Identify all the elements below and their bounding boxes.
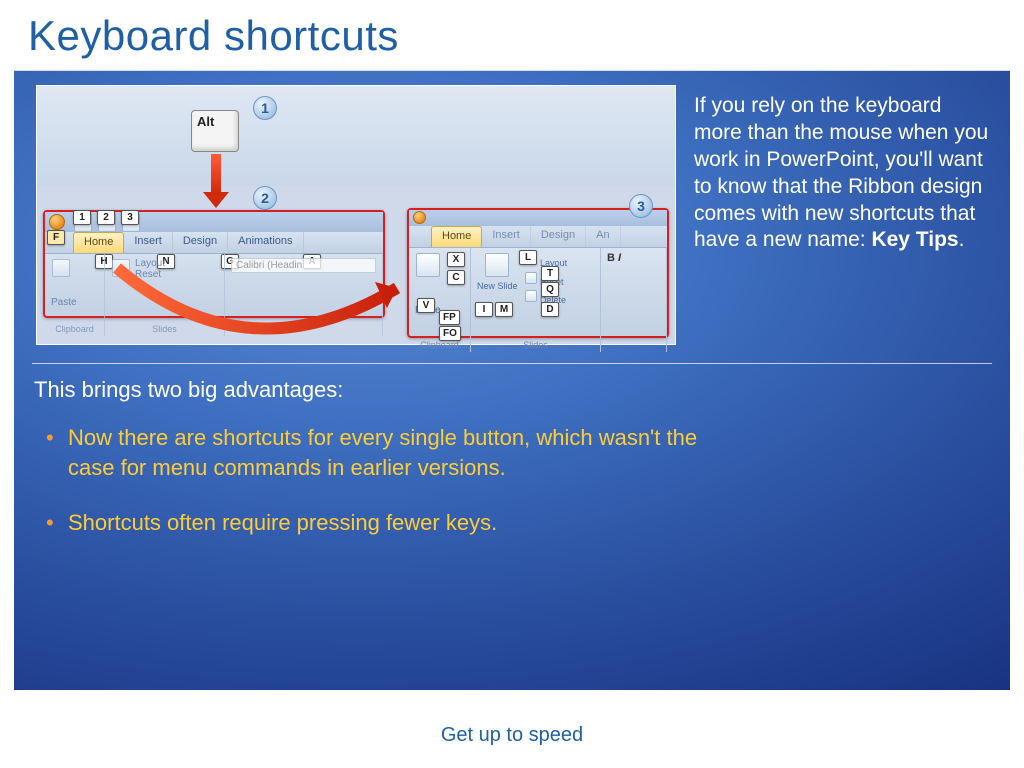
- arrow-down-icon: [211, 154, 221, 194]
- keytip-office: F: [47, 230, 65, 245]
- ribbon-tabs-left: Home Insert Design Animations: [45, 232, 383, 254]
- keytip-x: X: [447, 252, 465, 267]
- subheading: This brings two big advantages:: [34, 377, 343, 403]
- divider: [32, 363, 992, 364]
- tab-design-r: Design: [531, 226, 586, 247]
- keytip-q: Q: [541, 282, 559, 297]
- keytip-t: T: [541, 266, 559, 281]
- reset-label: Reset: [135, 269, 165, 280]
- slide-body: Alt 1 2 F 1 2 3 Home In: [14, 70, 1010, 690]
- keytip-fo: FO: [439, 326, 461, 341]
- tab-home: Home: [73, 232, 124, 253]
- tab-design: Design: [173, 232, 228, 253]
- callout-3: 3: [629, 194, 653, 218]
- keytip-qat-3: 3: [121, 210, 139, 225]
- ribbon-panel-right: Home Insert Design An Paste X C V FP FO …: [407, 208, 669, 338]
- font-box: Calibri (Headin: [231, 258, 376, 273]
- newslide-icon: [112, 259, 130, 277]
- group-clipboard-r: Clipboard: [415, 340, 464, 350]
- keytip-fp: FP: [439, 310, 460, 325]
- ribbon-panel-left: F 1 2 3 Home Insert Design Animations H …: [43, 210, 385, 318]
- keytip-i: I: [475, 302, 493, 317]
- keytip-qat-2: 2: [97, 210, 115, 225]
- keytip-c: C: [447, 270, 465, 285]
- callout-2: 2: [253, 186, 277, 210]
- bullet-2: Shortcuts often require pressing fewer k…: [42, 508, 702, 538]
- office-button-icon: [49, 214, 65, 230]
- footer-text: Get up to speed: [0, 724, 1024, 747]
- reset-icon: [525, 272, 537, 284]
- illustration: Alt 1 2 F 1 2 3 Home In: [36, 85, 676, 345]
- tab-an-r: An: [586, 226, 620, 247]
- ribbon-tabs-right: Home Insert Design An: [409, 226, 667, 248]
- bullet-list: Now there are shortcuts for every single…: [42, 423, 702, 564]
- newslide-label: New Slide: [477, 281, 518, 291]
- layout-label: Layout: [135, 258, 165, 269]
- group-slides-r: Slides: [477, 340, 594, 350]
- keytip-qat-1: 1: [73, 210, 91, 225]
- paste-icon: [416, 253, 440, 277]
- keytip-m: M: [495, 302, 513, 317]
- intro-post: .: [959, 228, 965, 251]
- office-button-icon: [413, 211, 426, 224]
- keytip-l: L: [519, 250, 537, 265]
- bullet-1: Now there are shortcuts for every single…: [42, 423, 702, 482]
- newslide-icon: [485, 253, 509, 277]
- group-slides: Slides: [111, 324, 218, 334]
- intro-bold: Key Tips: [871, 228, 958, 251]
- keytip-d: D: [541, 302, 559, 317]
- keyboard-bg: [37, 86, 675, 186]
- callout-1: 1: [253, 96, 277, 120]
- intro-paragraph: If you rely on the keyboard more than th…: [694, 93, 992, 254]
- tab-home-r: Home: [431, 226, 482, 247]
- slide: Keyboard shortcuts Alt 1 2 F 1 2 3: [0, 0, 1024, 768]
- slide-title: Keyboard shortcuts: [28, 12, 399, 60]
- paste-label: Paste: [51, 297, 98, 308]
- tab-insert: Insert: [124, 232, 173, 253]
- delete-icon: [525, 290, 537, 302]
- tab-insert-r: Insert: [482, 226, 531, 247]
- paste-icon: [52, 259, 70, 277]
- alt-key: Alt: [191, 110, 239, 152]
- group-clipboard: Clipboard: [51, 324, 98, 334]
- keytip-v: V: [417, 298, 435, 313]
- tab-animations: Animations: [228, 232, 303, 253]
